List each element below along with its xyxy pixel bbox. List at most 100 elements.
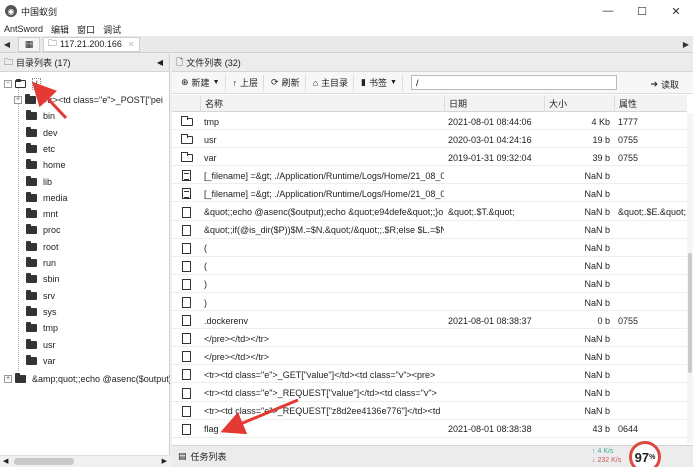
tree-item-etc[interactable]: etc bbox=[26, 141, 55, 157]
column-date[interactable]: 日期 bbox=[444, 95, 544, 112]
usage-gauge[interactable]: 97% bbox=[629, 441, 661, 467]
table-row[interactable]: <tr><td class="e">_REQUEST["z8d2ee4136e7… bbox=[172, 403, 687, 420]
path-input[interactable] bbox=[410, 75, 617, 90]
collapse-icon[interactable]: − bbox=[4, 80, 12, 88]
folder-icon bbox=[181, 134, 193, 145]
tree-item-var[interactable]: var bbox=[26, 353, 56, 369]
upload-unit: K/s bbox=[603, 448, 614, 455]
maximize-button[interactable]: ☐ bbox=[625, 0, 659, 22]
tree-item-label: var bbox=[43, 355, 56, 366]
column-size[interactable]: 大小 bbox=[544, 95, 614, 112]
tree-item-home[interactable]: home bbox=[26, 157, 66, 173]
home-dir-button[interactable]: ⌂ 主目录 bbox=[308, 74, 355, 91]
expand-icon[interactable]: + bbox=[14, 96, 22, 104]
tab-home[interactable]: ▦ bbox=[18, 36, 40, 52]
cell-name: ( bbox=[204, 243, 207, 254]
close-button[interactable]: ✕ bbox=[659, 0, 693, 22]
refresh-button-label: 刷新 bbox=[281, 78, 300, 88]
table-row[interactable]: &quot;;echo @asenc($output);echo &quot;e… bbox=[172, 204, 687, 221]
scrollbar-thumb[interactable] bbox=[14, 458, 74, 465]
file-icon bbox=[182, 297, 191, 308]
table-row[interactable]: &quot;;if(@is_dir($P))$M.=$N.&quot;/&quo… bbox=[172, 222, 687, 239]
tree-item-tr[interactable]: + <tr><td class="e">_POST["pei bbox=[14, 92, 163, 108]
scrollbar-thumb[interactable] bbox=[688, 253, 692, 373]
menu-edit[interactable]: 编辑 bbox=[51, 23, 69, 36]
tree-item-mnt[interactable]: mnt bbox=[26, 206, 58, 222]
table-row[interactable]: .dockerenv 2021-08-01 08:38:37 0 b 0755 bbox=[172, 312, 687, 330]
cell-size: NaN b bbox=[584, 351, 610, 362]
tree-item-sys[interactable]: sys bbox=[26, 304, 57, 320]
table-row[interactable]: tmp 2021-08-01 08:44:06 4 Kb 1777 bbox=[172, 113, 687, 130]
up-button[interactable]: ↑ 上层 bbox=[228, 74, 265, 91]
file-vertical-scrollbar[interactable] bbox=[687, 113, 693, 443]
plus-circle-icon: ⊕ bbox=[181, 77, 189, 87]
column-name[interactable]: 名称 bbox=[200, 95, 444, 112]
cell-name: <tr><td class="e">_REQUEST["z8d2ee4136e7… bbox=[204, 406, 441, 417]
tree-item-run[interactable]: run bbox=[26, 255, 56, 271]
read-button[interactable]: ➔ 读取 bbox=[650, 76, 679, 92]
tab-scroll-left-icon[interactable]: ◀ bbox=[0, 40, 14, 49]
column-attr[interactable]: 属性 bbox=[614, 95, 687, 112]
cell-size: 4 Kb bbox=[591, 116, 610, 127]
refresh-icon: ⟳ bbox=[271, 77, 279, 87]
menu-window[interactable]: 窗口 bbox=[77, 23, 95, 36]
cell-attr bbox=[614, 330, 687, 347]
minimize-button[interactable]: — bbox=[591, 0, 625, 22]
new-button[interactable]: ⊕ 新建 ▼ bbox=[176, 74, 226, 91]
table-row[interactable]: [_filename] =&gt; ./Application/Runtime/… bbox=[172, 185, 687, 203]
cell-attr: 1777 bbox=[618, 116, 639, 127]
tree-item-proc[interactable]: proc bbox=[26, 222, 61, 238]
tree-root[interactable]: − / bbox=[4, 76, 41, 92]
file-table-body: tmp 2021-08-01 08:44:06 4 Kb 1777 usr 2020-03… bbox=[172, 113, 687, 443]
tree-item-label: srv bbox=[43, 290, 55, 301]
folder-icon bbox=[26, 142, 37, 153]
table-row[interactable]: flag 2021-08-01 08:38:38 43 b 0644 bbox=[172, 421, 687, 438]
tree-item-usr[interactable]: usr bbox=[26, 337, 56, 353]
tab-session-label: 117.21.200.166 bbox=[60, 39, 122, 49]
table-row[interactable]: ) NaN b bbox=[172, 276, 687, 293]
table-row[interactable]: (NaN b bbox=[172, 258, 687, 275]
tree-item-sbin[interactable]: sbin bbox=[26, 271, 60, 287]
refresh-button[interactable]: ⟳ 刷新 bbox=[266, 74, 306, 91]
tree-item-label: <tr><td class="e">_POST["pei bbox=[42, 95, 163, 105]
task-list-label: 任务列表 bbox=[190, 452, 227, 462]
table-row[interactable]: </pre></td></tr> NaN b bbox=[172, 330, 687, 348]
scroll-right-icon[interactable]: ▶ bbox=[162, 457, 167, 465]
table-row[interactable]: <tr><td class="e">_GET["value"]</td><td … bbox=[172, 366, 687, 384]
cell-size: NaN b bbox=[584, 188, 610, 199]
table-row[interactable]: var 2019-01-31 09:32:04 39 b 0755 bbox=[172, 149, 687, 167]
cell-name: <tr><td class="e">_GET["value"]</td><td … bbox=[204, 369, 436, 380]
tree-item-label: root bbox=[43, 241, 59, 252]
cell-attr bbox=[614, 222, 687, 239]
tree-root-label: / bbox=[32, 78, 41, 90]
left-horizontal-scrollbar[interactable]: ◀ ▶ bbox=[0, 455, 170, 467]
tab-scroll-right-icon[interactable]: ▶ bbox=[679, 40, 693, 49]
tree-item-bin[interactable]: bin bbox=[26, 108, 55, 124]
menu-antsword[interactable]: AntSword bbox=[4, 24, 43, 34]
collapse-left-icon[interactable]: ◀ bbox=[157, 58, 163, 67]
cell-size: NaN b bbox=[584, 279, 610, 290]
file-icon bbox=[182, 387, 191, 399]
tree-item-echo[interactable]: + &amp;quot;;echo @asenc($output) bbox=[4, 371, 170, 387]
table-row[interactable]: ) NaN b bbox=[172, 294, 687, 311]
tab-session[interactable]: 🗀 117.21.200.166 ✕ bbox=[43, 36, 140, 52]
table-row[interactable]: (NaN b bbox=[172, 240, 687, 257]
menu-debug[interactable]: 调试 bbox=[103, 23, 121, 36]
tree-item-srv[interactable]: srv bbox=[26, 288, 55, 304]
tree-item-lib[interactable]: lib bbox=[26, 174, 52, 190]
expand-icon[interactable]: + bbox=[4, 375, 12, 383]
tree-item-dev[interactable]: dev bbox=[26, 125, 58, 141]
tab-close-icon[interactable]: ✕ bbox=[128, 40, 135, 49]
tree-item-root[interactable]: root bbox=[26, 239, 59, 255]
table-row[interactable]: [_filename] =&gt; ./Application/Runtime/… bbox=[172, 167, 687, 185]
table-row[interactable]: </pre></td></tr> NaN b bbox=[172, 348, 687, 366]
table-row[interactable]: <tr><td class="e">_REQUEST["value"]</td>… bbox=[172, 385, 687, 402]
tree-item-tmp[interactable]: tmp bbox=[26, 320, 58, 336]
column-icon bbox=[172, 95, 200, 112]
tree-item-label: run bbox=[43, 258, 57, 268]
up-button-label: 上层 bbox=[240, 78, 259, 88]
tree-item-media[interactable]: media bbox=[26, 190, 68, 206]
scroll-left-icon[interactable]: ◀ bbox=[3, 457, 8, 465]
bookmark-button[interactable]: ▮ 书签 ▼ bbox=[356, 74, 403, 91]
table-row[interactable]: usr 2020-03-01 04:24:16 19 b 0755 bbox=[172, 131, 687, 149]
